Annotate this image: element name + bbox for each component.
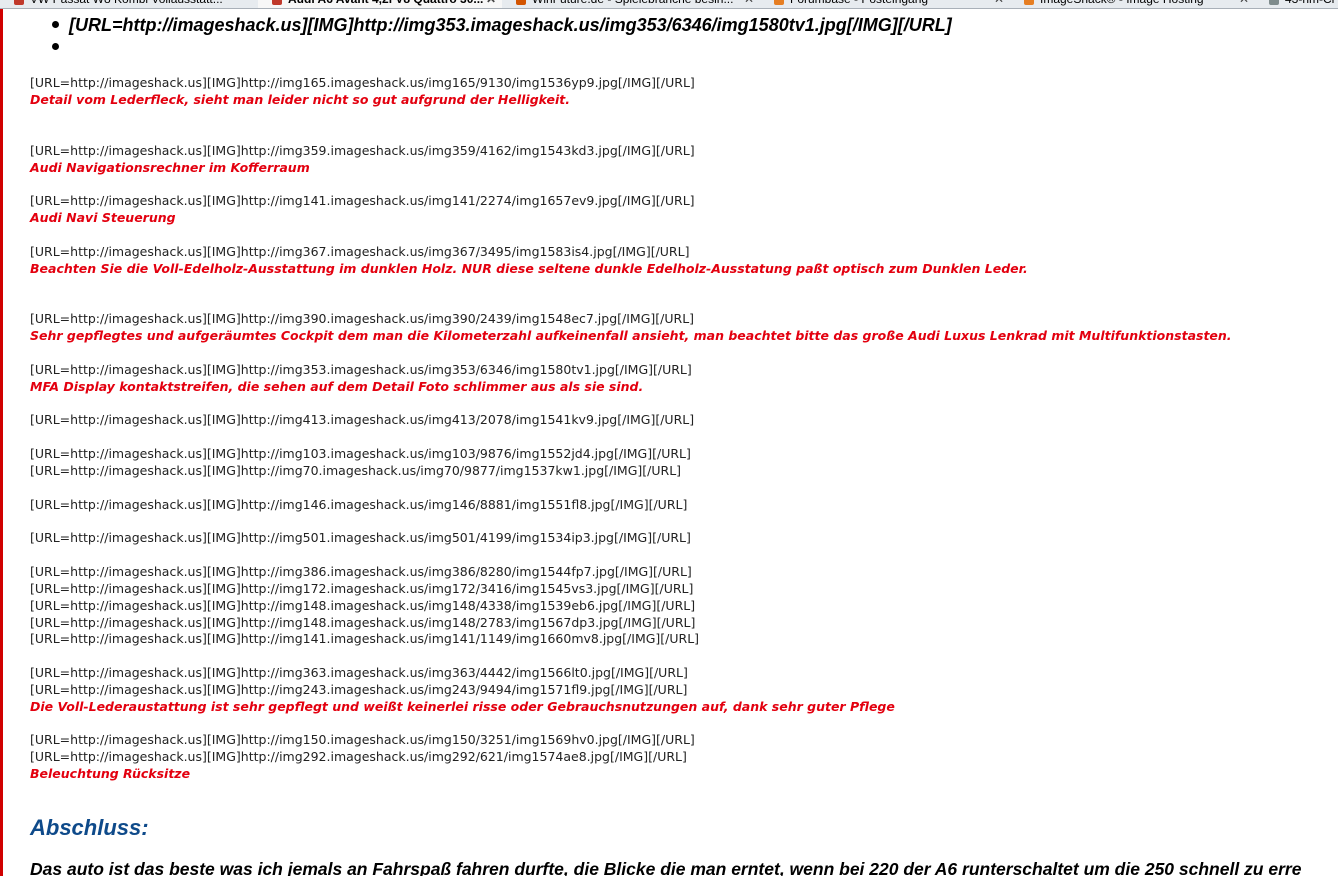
bullet-icon xyxy=(52,43,59,50)
favicon-icon xyxy=(272,0,282,5)
image-bbcode-line: [URL=http://imageshack.us][IMG]http://im… xyxy=(30,598,696,613)
tab-close-icon[interactable]: ✕ xyxy=(744,0,754,8)
browser-tab[interactable]: 43-hm-Cr xyxy=(1255,0,1338,8)
bullet-icon xyxy=(52,21,59,28)
favicon-icon xyxy=(1024,0,1034,5)
image-caption: MFA Display kontaktstreifen, die sehen a… xyxy=(30,379,644,394)
favicon-icon xyxy=(774,0,784,5)
tab-close-icon[interactable]: ✕ xyxy=(486,0,496,8)
tab-close-icon[interactable]: ✕ xyxy=(994,0,1004,8)
browser-tab[interactable]: Audi A6 Avant 4,2l V8 Quattro 30...✕ xyxy=(258,0,503,8)
image-bbcode-line: [URL=http://imageshack.us][IMG]http://im… xyxy=(30,665,688,680)
image-caption: Sehr gepflegtes und aufgeräumtes Cockpit… xyxy=(30,328,1232,343)
image-bbcode-line: [URL=http://imageshack.us][IMG]http://im… xyxy=(30,412,695,427)
closing-paragraph: Das auto ist das beste was ich jemals an… xyxy=(30,859,1302,876)
image-bbcode-line: [URL=http://imageshack.us][IMG]http://im… xyxy=(30,75,695,90)
post-content: [URL=http://imageshack.us][IMG]http://im… xyxy=(0,9,1338,876)
tab-label: Forumbase - Posteingang xyxy=(790,0,928,8)
tab-label: 43-hm-Cr xyxy=(1285,0,1336,8)
image-bbcode-line: [URL=http://imageshack.us][IMG]http://im… xyxy=(30,732,695,747)
tab-label: VW Passat W8 Kombi Vollausstatt... xyxy=(30,0,223,8)
image-bbcode-line: [URL=http://imageshack.us][IMG]http://im… xyxy=(30,362,692,377)
image-bbcode-line: [URL=http://imageshack.us][IMG]http://im… xyxy=(30,749,687,764)
image-caption: Beachten Sie die Voll-Edelholz-Ausstattu… xyxy=(30,261,1028,276)
image-bbcode-line: [URL=http://imageshack.us][IMG]http://im… xyxy=(30,244,690,259)
image-bbcode-line: [URL=http://imageshack.us][IMG]http://im… xyxy=(30,615,696,630)
image-bbcode-line: [URL=http://imageshack.us][IMG]http://im… xyxy=(30,631,700,646)
image-caption: Beleuchtung Rücksitze xyxy=(30,766,191,781)
list-item-text: [URL=http://imageshack.us][IMG]http://im… xyxy=(69,15,952,35)
browser-tab[interactable]: WinFuture.de - Spielebranche besin... ✕ xyxy=(502,0,761,8)
image-bbcode-line: [URL=http://imageshack.us][IMG]http://im… xyxy=(30,530,691,545)
browser-tab[interactable]: VW Passat W8 Kombi Vollausstatt... xyxy=(0,0,259,8)
image-bbcode-line: [URL=http://imageshack.us][IMG]http://im… xyxy=(30,682,688,697)
tab-label: Audi A6 Avant 4,2l V8 Quattro 30... xyxy=(288,0,483,8)
image-caption: Detail vom Lederfleck, sieht man leider … xyxy=(30,92,570,107)
browser-tab[interactable]: ImageShack® - Image Hosting ✕ xyxy=(1010,0,1256,8)
image-bbcode-line: [URL=http://imageshack.us][IMG]http://im… xyxy=(30,193,695,208)
favicon-icon xyxy=(1269,0,1279,5)
image-bbcode-line: [URL=http://imageshack.us][IMG]http://im… xyxy=(30,581,694,596)
favicon-icon xyxy=(14,0,24,5)
image-bbcode-line: [URL=http://imageshack.us][IMG]http://im… xyxy=(30,564,692,579)
image-bbcode-line: [URL=http://imageshack.us][IMG]http://im… xyxy=(30,463,682,478)
tab-label: ImageShack® - Image Hosting xyxy=(1040,0,1204,8)
image-caption: Audi Navi Steuerung xyxy=(30,210,176,225)
image-bbcode-line: [URL=http://imageshack.us][IMG]http://im… xyxy=(30,311,695,326)
image-bbcode-line: [URL=http://imageshack.us][IMG]http://im… xyxy=(30,446,691,461)
image-caption: Audi Navigationsrechner im Kofferraum xyxy=(30,160,310,175)
image-bbcode-line: [URL=http://imageshack.us][IMG]http://im… xyxy=(30,497,688,512)
tab-label: WinFuture.de - Spielebranche besin... xyxy=(532,0,733,8)
favicon-icon xyxy=(516,0,526,5)
browser-tab-bar: VW Passat W8 Kombi Vollausstatt... Audi A… xyxy=(0,0,1338,9)
tab-close-icon[interactable]: ✕ xyxy=(1239,0,1249,8)
browser-tab[interactable]: Forumbase - Posteingang ✕ xyxy=(760,0,1011,8)
image-bbcode-line: [URL=http://imageshack.us][IMG]http://im… xyxy=(30,143,695,158)
section-heading: Abschluss: xyxy=(30,815,149,840)
image-caption: Die Voll-Lederaustattung ist sehr gepfle… xyxy=(30,699,895,714)
